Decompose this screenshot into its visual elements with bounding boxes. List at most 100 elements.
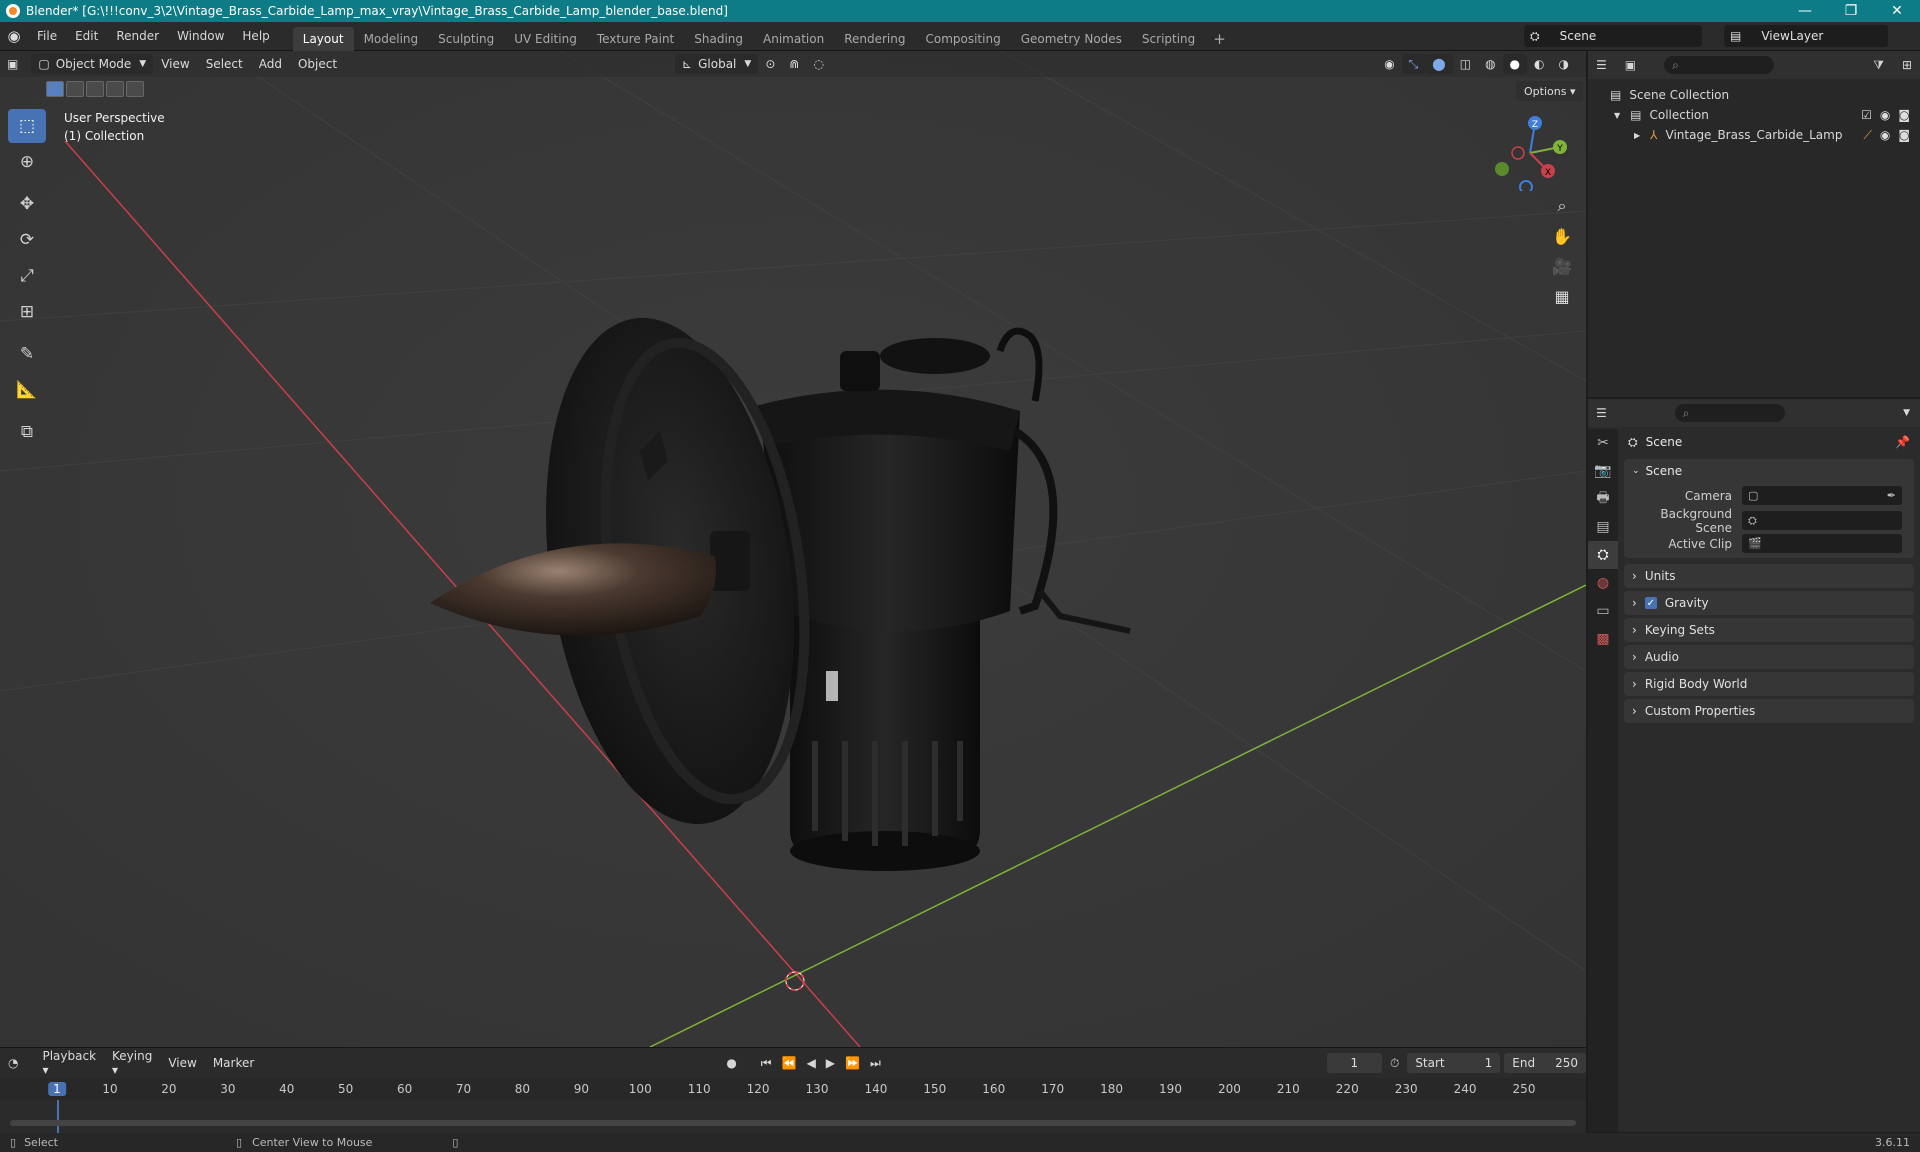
tab-shading[interactable]: Shading (684, 27, 753, 51)
navigation-gizmo[interactable]: Z Y X (1490, 111, 1570, 191)
tab-compositing[interactable]: Compositing (915, 27, 1010, 51)
custom-properties-panel[interactable]: › Custom Properties (1624, 699, 1914, 723)
jump-end-icon[interactable]: ⏭ (870, 1056, 881, 1071)
overlay-toggle-button[interactable]: ⬤ (1425, 54, 1453, 74)
filter-icon[interactable]: ⧩ (1873, 58, 1884, 73)
add-workspace-button[interactable]: + (1205, 27, 1234, 51)
menu-edit[interactable]: Edit (66, 22, 107, 51)
tab-modeling[interactable]: Modeling (354, 27, 429, 51)
timeline-menu-view[interactable]: View (160, 1056, 204, 1070)
outliner-search-input[interactable]: ⌕ (1664, 56, 1775, 74)
eyedropper-icon[interactable]: ✒ (1887, 489, 1896, 502)
transform-tool[interactable]: ⊞ (8, 295, 46, 329)
editor-type-button[interactable]: ▣ (0, 54, 25, 74)
tab-tool[interactable]: ✂ (1588, 429, 1618, 457)
playhead[interactable] (57, 1100, 59, 1134)
blender-menu-icon[interactable]: ◉ (0, 27, 28, 45)
menu-window[interactable]: Window (168, 22, 233, 51)
close-button[interactable]: ✕ (1874, 0, 1920, 22)
restore-button[interactable]: ❐ (1828, 0, 1874, 22)
gizmo-toggle-button[interactable]: ⤡ (1401, 54, 1426, 74)
outliner-scene-collection[interactable]: ▤ Scene Collection (1588, 85, 1920, 105)
viewport-menu-object[interactable]: Object (290, 57, 345, 71)
start-frame-field[interactable]: Start 1 (1407, 1053, 1501, 1073)
measure-tool[interactable]: 📐 (8, 373, 46, 407)
select-subtract-mode-button[interactable] (86, 81, 104, 97)
solid-shading-button[interactable]: ● (1502, 54, 1528, 74)
scene-panel-header[interactable]: ⌄ Scene (1624, 459, 1914, 483)
pivot-point-button[interactable]: ⊙ (758, 54, 782, 74)
annotate-tool[interactable]: ✎ (8, 337, 46, 371)
outliner-editor-icon[interactable]: ☰ (1596, 58, 1607, 72)
tab-rendering[interactable]: Rendering (834, 27, 915, 51)
snap-button[interactable]: ⋒ (782, 54, 806, 74)
menu-render[interactable]: Render (107, 22, 168, 51)
viewport-menu-select[interactable]: Select (198, 57, 251, 71)
tab-texture[interactable]: ▩ (1588, 625, 1618, 653)
rotate-tool[interactable]: ⟳ (8, 223, 46, 257)
select-intersect-mode-button[interactable] (126, 81, 144, 97)
gravity-panel[interactable]: › ✓ Gravity (1624, 591, 1914, 615)
eye-icon[interactable]: ◉ (1880, 108, 1890, 122)
pin-icon[interactable]: 📌 (1895, 435, 1910, 449)
rendered-shading-button[interactable]: ◑ (1552, 54, 1576, 74)
tab-layout[interactable]: Layout (292, 26, 354, 51)
menu-help[interactable]: Help (233, 22, 278, 51)
menu-file[interactable]: File (28, 22, 66, 51)
viewport-menu-add[interactable]: Add (251, 57, 290, 71)
tab-world[interactable]: ◍ (1588, 569, 1618, 597)
add-cube-tool[interactable]: ⧉ (8, 415, 46, 449)
next-keyframe-icon[interactable]: ⏩ (845, 1056, 860, 1070)
transform-orientation-selector[interactable]: ⊾ Global ▼ (675, 54, 759, 74)
scale-tool[interactable]: ⤢ (8, 259, 46, 293)
zoom-button[interactable]: ⌕ (1548, 193, 1576, 219)
chevron-down-icon[interactable]: ▼ (1903, 408, 1910, 418)
active-clip-field[interactable]: 🎬 (1742, 534, 1902, 553)
minimize-button[interactable]: — (1782, 0, 1828, 22)
wireframe-shading-button[interactable]: ◍ (1478, 54, 1502, 74)
audio-panel[interactable]: › Audio (1624, 645, 1914, 669)
viewport-menu-view[interactable]: View (153, 57, 197, 71)
new-collection-icon[interactable]: ⊞ (1902, 58, 1912, 72)
tab-render[interactable]: 📷 (1588, 457, 1618, 485)
timeline-menu-keying[interactable]: Keying ▾ (104, 1049, 160, 1077)
select-box-tool[interactable]: ⬚ (8, 109, 46, 143)
gravity-checkbox[interactable]: ✓ (1644, 597, 1657, 609)
ortho-toggle-button[interactable]: ▦ (1548, 283, 1576, 309)
jump-start-icon[interactable]: ⏮ (761, 1056, 772, 1071)
frame-ruler[interactable]: 1 10 20 30 40 50 60 70 80 90 100 110 120 130 140 150 160… (0, 1078, 1586, 1134)
select-new-mode-button[interactable] (46, 81, 64, 97)
render-camera-icon[interactable]: ◙ (1898, 108, 1910, 122)
select-extend-mode-button[interactable] (66, 81, 84, 97)
eye-icon[interactable]: ◉ (1880, 128, 1890, 143)
stopwatch-icon[interactable]: ⏱ (1390, 1056, 1399, 1071)
tab-collection[interactable]: ▭ (1588, 597, 1618, 625)
outliner-collection-row[interactable]: ▼ ▤ Collection ☑ ◉ ◙ (1588, 105, 1920, 125)
camera-view-button[interactable]: 🎥 (1548, 253, 1576, 279)
scene-selector[interactable]: ⛭ Scene (1524, 25, 1702, 47)
proportional-edit-button[interactable]: ◌ (806, 54, 830, 74)
tab-sculpting[interactable]: Sculpting (428, 27, 504, 51)
timeline-scrollbar[interactable] (10, 1120, 1576, 1126)
select-invert-mode-button[interactable] (106, 81, 124, 97)
play-icon[interactable]: ▶ (826, 1056, 835, 1070)
move-tool[interactable]: ✥ (8, 187, 46, 221)
pan-button[interactable]: ✋ (1548, 223, 1576, 249)
keying-sets-panel[interactable]: › Keying Sets (1624, 618, 1914, 642)
material-shading-button[interactable]: ◐ (1527, 54, 1551, 74)
properties-search-input[interactable]: ⌕ (1674, 404, 1785, 422)
tab-output[interactable]: 🖶 (1588, 485, 1618, 513)
units-panel[interactable]: › Units (1624, 564, 1914, 588)
xray-button[interactable]: ◫ (1453, 54, 1478, 74)
visibility-button[interactable]: ◉ (1377, 54, 1401, 74)
cursor-tool[interactable]: ⊕ (8, 145, 46, 179)
display-mode-icon[interactable]: ▣ (1625, 58, 1636, 72)
clock-editor-icon[interactable]: ◔ (8, 1056, 18, 1070)
mode-selector[interactable]: ▢ Object Mode ▼ (31, 54, 154, 74)
record-icon[interactable]: ● (726, 1056, 736, 1070)
outliner-object-row[interactable]: ▶ ⅄ Vintage_Brass_Carbide_Lamp ⟋ ◉ ◙ (1588, 125, 1920, 145)
background-scene-field[interactable]: ⛭ (1742, 511, 1902, 530)
tab-animation[interactable]: Animation (753, 27, 834, 51)
properties-editor-icon[interactable]: ☰ (1596, 406, 1607, 420)
3d-viewport[interactable]: ▣ ▢ Object Mode ▼ View Select Add Object… (0, 51, 1586, 1047)
